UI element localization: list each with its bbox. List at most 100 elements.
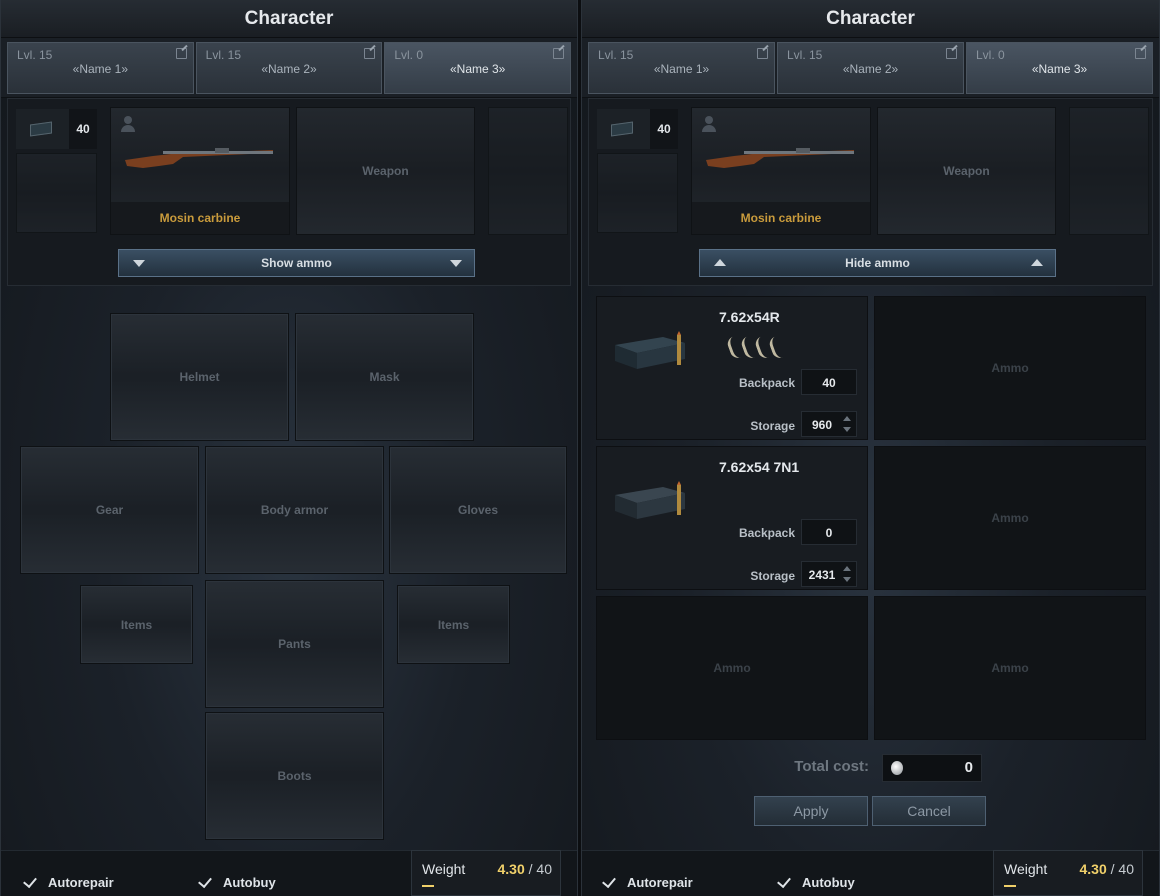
character-tab-3[interactable]: Lvl. 0 «Name 3» <box>384 42 572 94</box>
character-name: «Name 2» <box>261 62 317 76</box>
weight-max: / 40 <box>528 861 552 877</box>
ammo-card[interactable]: 7.62x54 7N1 Backpack 0 Storage 2431 <box>596 446 868 590</box>
backpack-label: Backpack <box>738 526 795 540</box>
character-panel-right: Character Lvl. 15 «Name 1» Lvl. 15 «Name… <box>581 0 1160 896</box>
backpack-value: 40 <box>801 369 857 395</box>
equipped-ammo[interactable]: 40 <box>597 109 678 149</box>
chevron-down-icon <box>450 260 462 267</box>
weapon-section: 40 Mosin carbine Weapon Hide ammo <box>588 98 1153 286</box>
stepper-arrows-icon[interactable] <box>843 416 851 432</box>
helmet-slot[interactable]: Helmet <box>110 313 289 441</box>
character-level: Lvl. 15 <box>598 48 634 62</box>
pants-slot[interactable]: Pants <box>205 580 384 708</box>
weight-max: / 40 <box>1110 861 1134 877</box>
coin-icon <box>891 761 903 775</box>
extra-slot[interactable] <box>488 107 568 235</box>
total-cost-row: Total cost: 0 <box>582 752 1159 786</box>
empty-ammo-slot[interactable]: Ammo <box>874 446 1146 590</box>
extra-slot[interactable] <box>1069 107 1149 235</box>
autorepair-checkbox[interactable] <box>23 875 37 889</box>
ammo-count: 40 <box>69 109 97 149</box>
edit-icon[interactable] <box>757 48 768 59</box>
edit-icon[interactable] <box>364 48 376 59</box>
character-level: Lvl. 15 <box>205 48 242 62</box>
slot-label: Pants <box>278 637 311 651</box>
slot-label: Boots <box>277 769 312 783</box>
character-tab-3[interactable]: Lvl. 0 «Name 3» <box>966 42 1153 94</box>
edit-icon[interactable] <box>175 48 187 59</box>
weight-value-group: 4.30 / 40 <box>1080 861 1135 877</box>
weight-indicator: Weight 4.30 / 40 <box>411 850 561 896</box>
slot-label: Ammo <box>991 661 1029 675</box>
primary-weapon-slot[interactable]: Mosin carbine <box>691 107 871 235</box>
secondary-weapon-slot[interactable]: Weapon <box>296 107 475 235</box>
character-tabs: Lvl. 15 «Name 1» Lvl. 15 «Name 2» Lvl. 0… <box>1 38 577 98</box>
character-tab-1[interactable]: Lvl. 15 «Name 1» <box>7 42 194 94</box>
character-tab-1[interactable]: Lvl. 15 «Name 1» <box>588 42 775 94</box>
weight-value: 4.30 <box>1079 861 1107 877</box>
character-level: Lvl. 15 <box>17 48 53 62</box>
button-label: Show ammo <box>261 256 332 270</box>
equipped-ammo[interactable]: 40 <box>16 109 97 149</box>
items-slot-right[interactable]: Items <box>397 585 510 664</box>
edit-icon[interactable] <box>553 48 565 59</box>
ammo-box-icon <box>30 121 52 137</box>
weight-label: Weight <box>422 861 466 877</box>
character-tab-2[interactable]: Lvl. 15 «Name 2» <box>777 42 964 94</box>
weight-indicator: Weight 4.30 / 40 <box>993 850 1143 896</box>
slot-label: Gear <box>95 503 124 517</box>
weight-label: Weight <box>1004 861 1048 877</box>
empty-ammo-slot[interactable]: Ammo <box>596 596 868 740</box>
character-name: «Name 1» <box>72 62 129 76</box>
ammo-card[interactable]: 7.62x54R Backpack 40 Storage 960 <box>596 296 868 440</box>
hide-ammo-button[interactable]: Hide ammo <box>699 249 1056 277</box>
show-ammo-button[interactable]: Show ammo <box>118 249 475 277</box>
gear-slot[interactable]: Gear <box>20 446 199 574</box>
button-label: Hide ammo <box>845 256 910 270</box>
mask-slot[interactable]: Mask <box>295 313 474 441</box>
apply-button[interactable]: Apply <box>754 796 868 826</box>
panel-title: Character <box>582 0 1159 38</box>
empty-ammo-slot[interactable]: Ammo <box>874 596 1146 740</box>
weight-value-group: 4.30 / 40 <box>498 861 553 877</box>
autobuy-label: Autobuy <box>223 875 276 890</box>
ammo-name: 7.62x54 7N1 <box>719 459 800 475</box>
character-level: Lvl. 15 <box>787 48 823 62</box>
cancel-button[interactable]: Cancel <box>872 796 986 826</box>
body-armor-slot[interactable]: Body armor <box>205 446 384 574</box>
boots-slot[interactable]: Boots <box>205 712 384 840</box>
items-slot-left[interactable]: Items <box>80 585 193 664</box>
edit-icon[interactable] <box>1135 48 1146 59</box>
character-name: «Name 3» <box>449 62 506 76</box>
empty-ammo-slot[interactable] <box>597 153 678 233</box>
empty-ammo-slot[interactable] <box>16 153 97 233</box>
empty-ammo-slot[interactable]: Ammo <box>874 296 1146 440</box>
character-name: «Name 1» <box>653 62 710 76</box>
slot-label: Gloves <box>457 503 499 517</box>
rifle-icon <box>125 148 273 168</box>
rifle-icon <box>706 148 854 168</box>
stepper-arrows-icon[interactable] <box>843 566 851 582</box>
total-cost-value: 0 <box>964 759 973 776</box>
storage-label: Storage <box>750 569 795 583</box>
ammo-box-icon <box>615 331 685 369</box>
slot-label: Mask <box>369 370 400 384</box>
autobuy-checkbox[interactable] <box>198 875 212 889</box>
slot-label: Ammo <box>713 661 751 675</box>
autorepair-label: Autorepair <box>48 875 114 890</box>
gloves-slot[interactable]: Gloves <box>389 446 567 574</box>
primary-weapon-slot[interactable]: Mosin carbine <box>110 107 290 235</box>
weight-bar <box>422 885 434 887</box>
storage-label: Storage <box>750 419 795 433</box>
secondary-weapon-slot[interactable]: Weapon <box>877 107 1056 235</box>
slot-label: Body armor <box>260 503 329 517</box>
character-tab-2[interactable]: Lvl. 15 «Name 2» <box>195 42 383 94</box>
character-level: Lvl. 0 <box>394 48 424 62</box>
slot-label: Ammo <box>991 361 1029 375</box>
edit-icon[interactable] <box>946 48 957 59</box>
slot-label: Helmet <box>179 370 220 384</box>
total-cost-field: 0 <box>882 754 982 782</box>
autorepair-checkbox[interactable] <box>602 875 616 889</box>
autobuy-checkbox[interactable] <box>777 875 791 889</box>
weapon-name: Mosin carbine <box>111 202 289 234</box>
